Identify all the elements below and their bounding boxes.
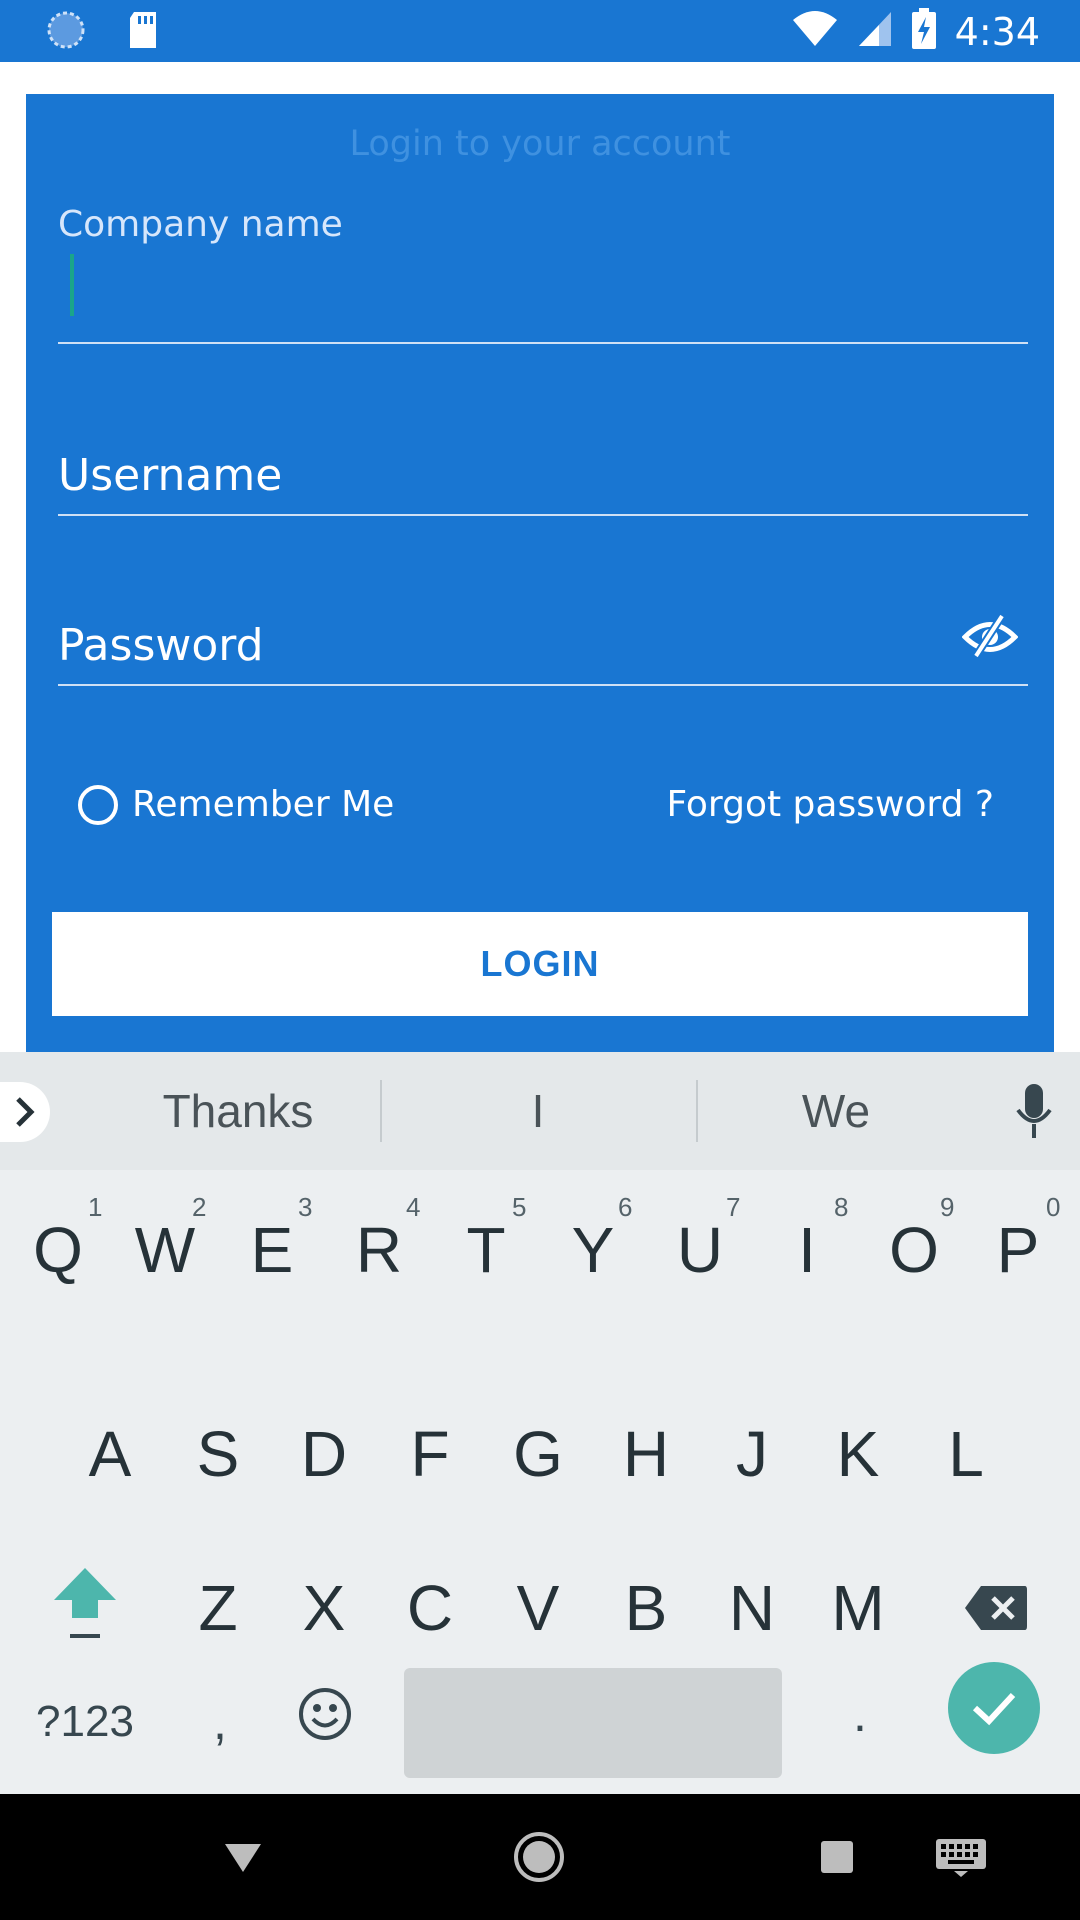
battery-charging-icon (911, 8, 937, 55)
wifi-icon (791, 10, 839, 53)
key-n[interactable]: N (702, 1548, 802, 1668)
backspace-key[interactable] (946, 1548, 1046, 1668)
key-hint-5: 5 (512, 1192, 527, 1222)
password-underline (58, 684, 1028, 686)
suggestion-strip: Thanks I We (0, 1052, 1080, 1170)
username-label: Username (58, 450, 283, 501)
key-hint-4: 4 (406, 1192, 421, 1222)
signal-icon (857, 10, 893, 53)
key-d[interactable]: D (274, 1394, 374, 1514)
login-button[interactable]: LOGIN (52, 912, 1028, 1016)
checkmark-icon (972, 1692, 1016, 1726)
remember-me[interactable]: Remember Me (78, 784, 394, 825)
clock: 4:34 (954, 9, 1040, 54)
key-hint-8: 8 (834, 1192, 849, 1222)
text-cursor (70, 254, 74, 316)
key-c[interactable]: C (380, 1548, 480, 1668)
key-f[interactable]: F (380, 1394, 480, 1514)
backspace-icon (965, 1586, 1027, 1630)
key-hint-6: 6 (618, 1192, 633, 1222)
symbols-key[interactable]: ?123 (20, 1672, 150, 1772)
key-k[interactable]: K (808, 1394, 908, 1514)
microphone-icon[interactable] (1016, 1084, 1052, 1140)
key-j[interactable]: J (702, 1394, 802, 1514)
suggestion-divider (380, 1080, 382, 1142)
soft-keyboard: Thanks I We Q W E R T Y U I O P 1 2 3 4 … (0, 1052, 1080, 1794)
key-hint-0: 0 (1046, 1192, 1061, 1222)
forgot-password-link[interactable]: Forgot password ? (666, 784, 994, 825)
shift-icon (54, 1568, 116, 1638)
company-name-field[interactable]: Company name (58, 204, 1028, 344)
key-x[interactable]: X (274, 1548, 374, 1668)
key-v[interactable]: V (488, 1548, 588, 1668)
enter-key[interactable] (948, 1662, 1040, 1754)
sd-card-icon (126, 10, 160, 55)
back-icon[interactable] (210, 1824, 276, 1890)
suggestion-2[interactable]: I (388, 1052, 688, 1170)
status-bar: 4:34 (0, 0, 1080, 62)
key-hint-2: 2 (192, 1192, 207, 1222)
key-a[interactable]: A (60, 1394, 160, 1514)
key-hint-9: 9 (940, 1192, 955, 1222)
sync-icon (46, 10, 86, 55)
key-z[interactable]: Z (168, 1548, 268, 1668)
key-l[interactable]: L (916, 1394, 1016, 1514)
visibility-off-icon[interactable] (961, 612, 1019, 662)
period-key[interactable]: . (820, 1664, 900, 1764)
key-m[interactable]: M (808, 1548, 908, 1668)
password-field[interactable]: Password (58, 604, 1028, 686)
key-hint-1: 1 (88, 1192, 103, 1222)
remember-me-label: Remember Me (132, 784, 395, 825)
key-h[interactable]: H (596, 1394, 696, 1514)
emoji-key[interactable] (282, 1664, 368, 1764)
company-name-label: Company name (58, 204, 343, 245)
key-b[interactable]: B (596, 1548, 696, 1668)
suggestion-1[interactable]: Thanks (88, 1052, 388, 1170)
emoji-icon (299, 1688, 351, 1740)
navigation-bar (0, 1794, 1080, 1920)
key-s[interactable]: S (168, 1394, 268, 1514)
key-hint-7: 7 (726, 1192, 741, 1222)
suggestion-divider (696, 1080, 698, 1142)
chevron-right-icon (16, 1097, 35, 1127)
shift-key[interactable] (30, 1532, 140, 1672)
suggestion-3[interactable]: We (704, 1052, 968, 1170)
login-card: Login to your account Company name Usern… (26, 94, 1054, 1054)
company-underline (58, 342, 1028, 344)
recents-icon[interactable] (804, 1824, 870, 1890)
username-field[interactable]: Username (58, 434, 1028, 516)
key-hint-3: 3 (298, 1192, 313, 1222)
keyboard-switch-icon[interactable] (926, 1824, 996, 1890)
home-icon[interactable] (506, 1824, 572, 1890)
space-key[interactable] (404, 1668, 782, 1778)
suggestion-expand-button[interactable] (0, 1082, 50, 1142)
remember-me-radio[interactable] (78, 784, 118, 825)
login-title: Login to your account (349, 124, 731, 164)
username-underline (58, 514, 1028, 516)
password-label: Password (58, 620, 264, 671)
comma-key[interactable]: , (180, 1672, 260, 1772)
key-g[interactable]: G (488, 1394, 588, 1514)
